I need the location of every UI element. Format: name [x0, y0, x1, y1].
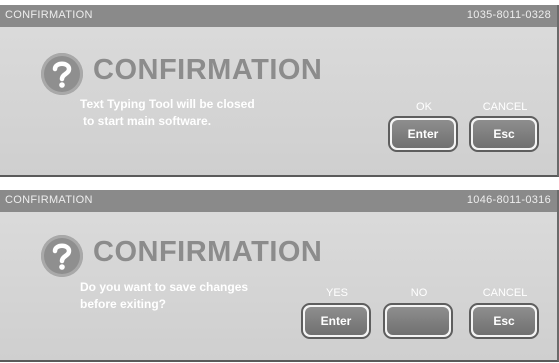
dialog-heading: CONFIRMATION [93, 54, 323, 86]
dialog-code: 1046-8011-0316 [466, 194, 551, 206]
dialog-title-bar: CONFIRMATION 1035-8011-0328 [0, 5, 557, 27]
yes-button[interactable]: Enter [301, 303, 371, 339]
dialog-title: CONFIRMATION [5, 194, 93, 206]
confirmation-dialog-close-tool: CONFIRMATION 1035-8011-0328 CONFIRMATION… [0, 5, 559, 177]
yes-button-label: Enter [305, 307, 367, 335]
confirmation-dialog-save-changes: CONFIRMATION 1046-8011-0316 CONFIRMATION… [0, 190, 559, 362]
yes-caption: YES [325, 287, 348, 299]
message-line: to start main software. [83, 114, 212, 128]
cancel-caption: CANCEL [482, 287, 528, 299]
no-button[interactable] [383, 303, 453, 339]
ok-button[interactable]: Enter [388, 116, 458, 152]
message-line: Text Typing Tool will be closed [80, 97, 255, 111]
cancel-button[interactable]: Esc [469, 303, 539, 339]
cancel-button-label: Esc [473, 307, 535, 335]
dialog-code: 1035-8011-0328 [466, 9, 551, 21]
dialog-title-bar: CONFIRMATION 1046-8011-0316 [0, 190, 557, 212]
cancel-button[interactable]: Esc [469, 116, 539, 152]
dialog-heading: CONFIRMATION [93, 236, 323, 268]
cancel-caption: CANCEL [482, 101, 528, 113]
message-line: Do you want to save changes [80, 280, 249, 294]
question-mark-circle-icon [41, 53, 83, 95]
ok-button-label: Enter [392, 120, 454, 148]
cancel-button-label: Esc [473, 120, 535, 148]
message-line: before exiting? [80, 297, 167, 311]
no-button-label [387, 307, 449, 335]
dialog-message: Do you want to save changes before exiti… [80, 279, 248, 313]
question-mark-circle-icon [41, 235, 83, 277]
dialog-message: Text Typing Tool will be closed to start… [80, 96, 255, 130]
dialog-title: CONFIRMATION [5, 9, 93, 21]
no-caption: NO [410, 287, 428, 299]
ok-caption: OK [416, 101, 432, 113]
